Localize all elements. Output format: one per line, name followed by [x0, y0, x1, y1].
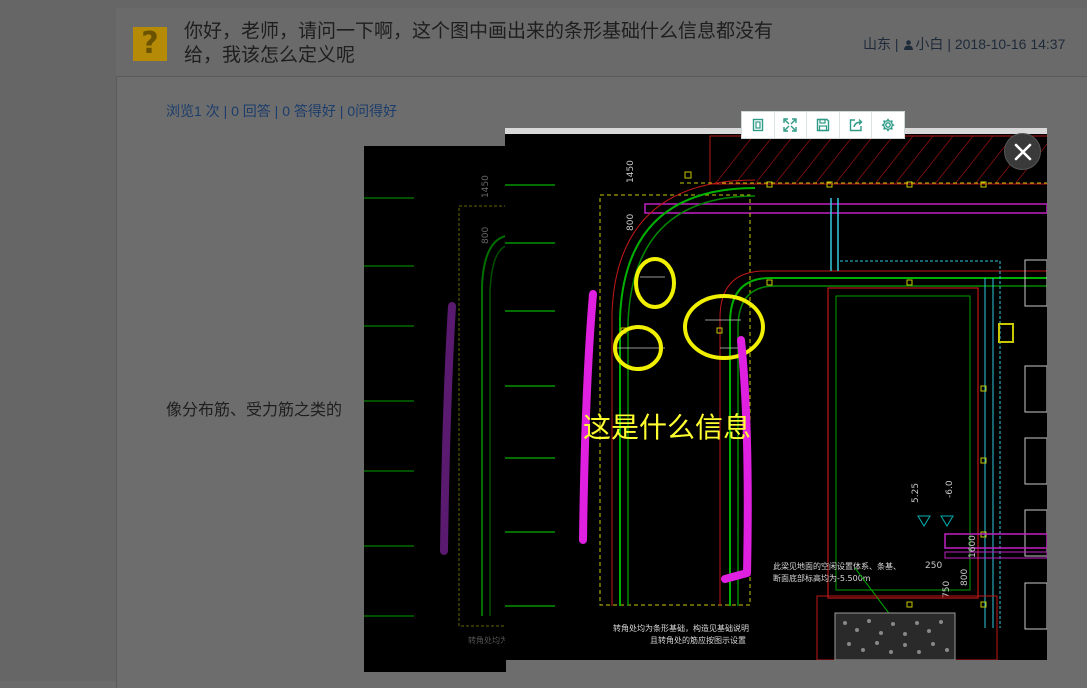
- back-note: 转角处均为条: [468, 635, 506, 645]
- question-title: 你好，老师，请问一下啊，这个图中画出来的条形基础什么信息都没有给，我该怎么定义呢: [184, 21, 774, 66]
- elev-neg6: -6.0: [945, 480, 955, 498]
- views-count: 浏览1 次: [166, 103, 220, 119]
- question-stats: 浏览1 次 | 0 回答 | 0 答得好 | 0问得好: [166, 103, 398, 119]
- cad-drawing-back: 1450 800 转角处均为条: [364, 175, 506, 645]
- good-answers-count: 0 答得好: [282, 103, 336, 119]
- dim-250: 250: [925, 561, 942, 571]
- dim-800: 800: [626, 214, 636, 231]
- original-size-button[interactable]: [742, 112, 775, 138]
- dim-750: 750: [942, 581, 952, 598]
- magenta-stroke-right: [721, 336, 752, 583]
- save-icon: [816, 118, 830, 132]
- author-link[interactable]: 小白: [915, 36, 943, 52]
- svg-text:800: 800: [481, 227, 491, 244]
- question-mark-icon: ?: [133, 27, 167, 61]
- highlight-ellipse-3: [683, 294, 765, 360]
- drawing-note-2: 断面底部标高均为-5.500m: [773, 573, 871, 583]
- question-meta: 山东 | 小白 | 2018-10-16 14:37: [863, 34, 1065, 54]
- image-viewer[interactable]: 1450 800 5.25 -6.0 1600 250 800 750 此梁见地…: [505, 128, 1047, 660]
- drawing-note-3: 转角处均为条形基础，构造见基础说明: [613, 623, 749, 633]
- original-size-icon: [752, 118, 763, 132]
- question-body: 像分布筋、受力筋之类的: [166, 402, 343, 419]
- close-button[interactable]: [1004, 133, 1041, 170]
- close-icon: [1014, 143, 1031, 160]
- elev-525: 5.25: [911, 483, 921, 503]
- share-button[interactable]: [840, 112, 873, 138]
- dim-800b: 800: [960, 569, 970, 586]
- fullscreen-button[interactable]: [775, 112, 808, 138]
- annotation-text: 这是什么信息: [583, 411, 752, 444]
- previous-image[interactable]: 1450 800 转角处均为条: [364, 146, 506, 672]
- location-link[interactable]: 山东: [863, 36, 891, 52]
- svg-text:1450: 1450: [481, 175, 491, 198]
- settings-button[interactable]: [872, 112, 904, 138]
- drawing-note-1: 此梁见地面的空闲设置体系、条基、: [773, 561, 901, 571]
- drawing-note-4: 且转角处的筋应按图示设置: [650, 635, 746, 645]
- meta-separator: |: [894, 36, 899, 52]
- share-icon: [849, 119, 863, 132]
- answers-link[interactable]: 0 回答: [231, 103, 271, 119]
- fullscreen-icon: [783, 118, 798, 132]
- highlight-ellipse-1: [634, 257, 676, 309]
- dim-1600: 1600: [968, 535, 978, 558]
- viewer-toolbar: [741, 111, 905, 139]
- save-button[interactable]: [807, 112, 840, 138]
- question-date: 2018-10-16 14:37: [954, 36, 1066, 52]
- dim-1450: 1450: [626, 160, 636, 183]
- good-question-count: 0问得好: [347, 103, 398, 119]
- settings-icon: [881, 118, 895, 132]
- user-icon: [904, 40, 914, 50]
- meta-separator: |: [947, 36, 951, 52]
- cad-drawing: 1450 800 5.25 -6.0 1600 250 800 750 此梁见地…: [505, 135, 1047, 660]
